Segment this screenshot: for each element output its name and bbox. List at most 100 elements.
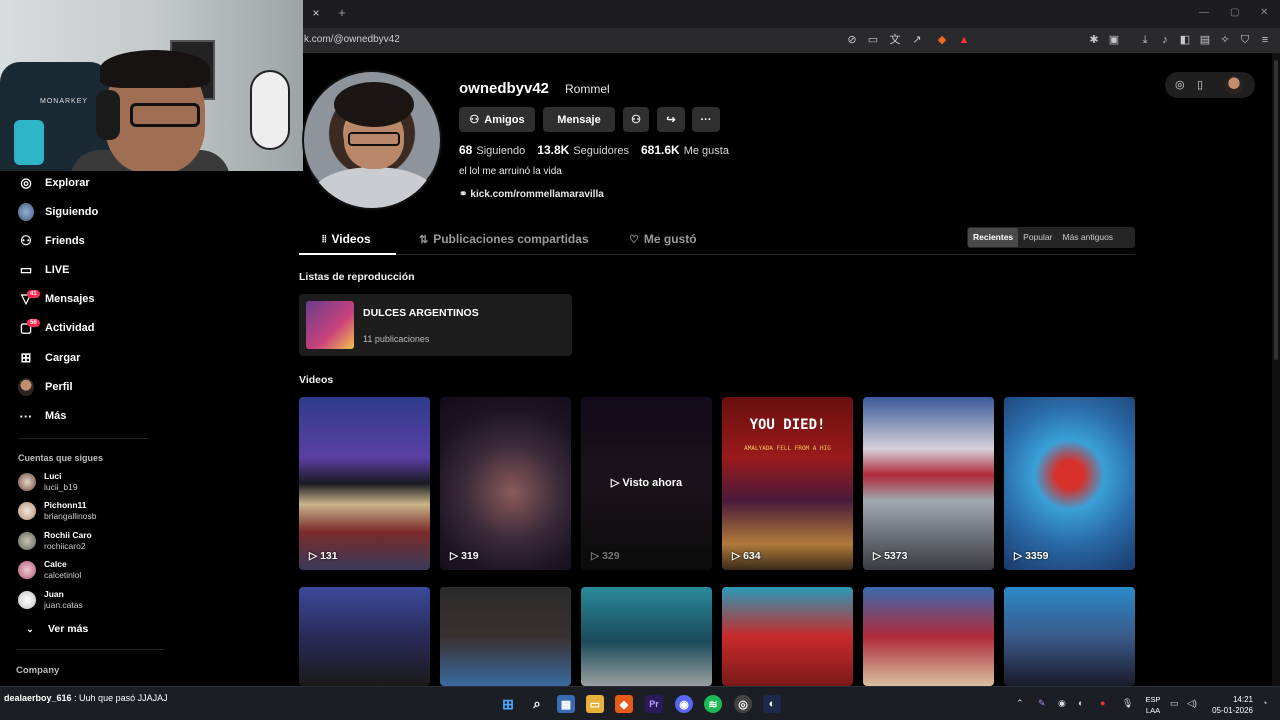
video-thumbnail-watched[interactable]: ▷ Visto ahora ▷ 329	[581, 397, 712, 570]
steam-icon[interactable]: ◐	[763, 695, 781, 713]
new-tab-button[interactable]: +	[335, 5, 349, 21]
music-icon[interactable]: ♪	[1158, 33, 1172, 47]
video-thumbnail[interactable]	[440, 587, 571, 686]
window-close-icon[interactable]: ✕	[1260, 7, 1268, 18]
videos-heading: Videos	[299, 374, 334, 386]
brave-shield-icon[interactable]: ◆	[935, 33, 949, 47]
leo-icon[interactable]: ✧	[1218, 33, 1232, 47]
tray-expand-icon[interactable]: ⌃	[1016, 698, 1024, 709]
sort-oldest[interactable]: Más antiguos	[1057, 228, 1118, 247]
tray-discord-icon[interactable]: ◉	[1058, 698, 1066, 709]
sidebar-item-friends[interactable]: ⚇ Friends	[18, 231, 85, 251]
user-avatar-icon[interactable]	[1225, 76, 1243, 94]
sidebar-item-profile[interactable]: Perfil	[18, 377, 73, 397]
menu-icon[interactable]: ≡	[1258, 33, 1272, 47]
tab-videos[interactable]: ⦙⦙ Videos	[322, 232, 371, 246]
following-stat[interactable]: 68 Siguiendo	[459, 143, 525, 157]
message-button[interactable]: Mensaje	[543, 107, 615, 132]
friends-button[interactable]: ⚇ Amigos	[459, 107, 535, 132]
sort-recent[interactable]: Recientes	[968, 228, 1019, 247]
close-tab-icon[interactable]: ×	[307, 6, 325, 22]
video-thumbnail[interactable]: ▷ 5373	[863, 397, 994, 570]
tab-liked[interactable]: ♡ Me gustó	[629, 232, 697, 246]
download-icon[interactable]: ⤓	[1138, 33, 1152, 47]
video-thumbnail[interactable]	[299, 587, 430, 686]
url-text[interactable]: k.com/@ownedbyv42	[304, 34, 400, 45]
vpn-icon[interactable]: ⛉	[1238, 33, 1252, 47]
tab-reposts[interactable]: ⇅ Publicaciones compartidas	[419, 232, 589, 246]
sidebar-item-explore[interactable]: ◎ Explorar	[18, 173, 89, 193]
compass-small-icon[interactable]: ◎	[1175, 78, 1185, 91]
brave-browser-icon[interactable]: ◆	[615, 695, 633, 713]
premiere-icon[interactable]: Pr	[645, 695, 663, 713]
maximize-icon[interactable]: ▢	[1230, 7, 1239, 18]
microphone-icon[interactable]: 🎙	[1122, 698, 1133, 709]
sidebar-item-more[interactable]: ··· Más	[18, 406, 67, 426]
active-tab-indicator	[299, 253, 396, 255]
file-explorer-icon[interactable]: ▭	[586, 695, 604, 713]
tray-steam-icon[interactable]: ◐	[1078, 698, 1083, 708]
playlist-card[interactable]: DULCES ARGENTINOS 11 publicaciones	[299, 294, 572, 356]
sort-popular[interactable]: Popular	[1018, 228, 1057, 247]
tab-icon[interactable]: ▣	[1107, 33, 1121, 47]
more-options-button[interactable]: ···	[692, 107, 720, 132]
video-thumbnail[interactable]: ▷ 131	[299, 397, 430, 570]
profile-link[interactable]: ⚭ kick.com/rommellamaravilla	[459, 189, 604, 200]
system-clock[interactable]: 14:21 05-01-2026	[1207, 694, 1253, 716]
cast-icon[interactable]: ▭	[866, 33, 880, 47]
language-indicator[interactable]: ESP LAA	[1144, 694, 1162, 716]
view-count: ▷ 329	[591, 550, 620, 562]
minimize-icon[interactable]: —	[1199, 7, 1209, 18]
video-thumbnail[interactable]	[863, 587, 994, 686]
spotify-icon[interactable]: ≋	[704, 695, 722, 713]
windows-start-icon[interactable]: ⊞	[499, 695, 517, 713]
live-tv-icon: ▭	[19, 262, 33, 277]
following-account[interactable]: Calce calcetinlol	[18, 557, 81, 583]
video-thumbnail[interactable]: YOU DIED! AMALYADA FELL FROM A HIG ▷ 634	[722, 397, 853, 570]
sidebar-item-live[interactable]: ▭ LIVE	[18, 260, 70, 280]
profile-username: ownedbyv42	[459, 80, 550, 97]
more-icon: ···	[19, 408, 33, 424]
share-profile-button[interactable]: ↪	[657, 107, 685, 132]
following-account[interactable]: Pichonn11 briangallinosb	[18, 498, 96, 524]
scrollbar-thumb[interactable]	[1274, 60, 1278, 360]
share-icon[interactable]: ↗	[910, 33, 924, 47]
following-account[interactable]: Luci lucii_b19	[18, 469, 78, 495]
no-tracking-icon[interactable]: ⊘	[845, 33, 859, 47]
video-thumbnail[interactable]: ▷ 3359	[1004, 397, 1135, 570]
video-thumbnail[interactable]	[722, 587, 853, 686]
company-link[interactable]: Company	[16, 665, 59, 676]
followers-stat[interactable]: 13.8K Seguidores	[537, 143, 629, 157]
sidebar-toggle-icon[interactable]: ◧	[1178, 33, 1192, 47]
avatar	[18, 591, 36, 609]
network-icon[interactable]: ▭	[1170, 698, 1179, 709]
tray-app-icon[interactable]: ✎	[1038, 698, 1046, 709]
tray-obs-icon[interactable]: ●	[1100, 698, 1105, 708]
sidebar-item-following[interactable]: Siguiendo	[18, 202, 98, 222]
brave-rewards-icon[interactable]: ▲	[957, 33, 971, 47]
translate-icon[interactable]: 文	[888, 33, 902, 47]
play-icon: ▷	[1014, 550, 1023, 562]
add-friend-button[interactable]: ⚇	[623, 107, 649, 132]
likes-stat: 681.6K Me gusta	[640, 143, 729, 157]
following-account[interactable]: Rochii Caro rochiicaro2	[18, 528, 92, 554]
photos-app-icon[interactable]: ▦	[557, 695, 575, 713]
video-thumbnail[interactable]	[581, 587, 712, 686]
obs-icon[interactable]: ◎	[734, 695, 752, 713]
following-account[interactable]: Juan juan.catas	[18, 587, 83, 613]
watched-label: ▷ Visto ahora	[610, 477, 683, 489]
profile-avatar[interactable]	[302, 70, 442, 210]
wallet-icon[interactable]: ▤	[1198, 33, 1212, 47]
playlist-thumbnail	[306, 301, 354, 349]
volume-icon[interactable]: ◁)	[1187, 698, 1197, 709]
sidebar-item-upload[interactable]: ⊞ Cargar	[18, 348, 81, 368]
discord-icon[interactable]: ◉	[675, 695, 693, 713]
see-more-link[interactable]: ⌄ Ver más	[22, 619, 88, 639]
phone-icon[interactable]: ▯	[1197, 78, 1203, 91]
video-thumbnail[interactable]: ▷ 319	[440, 397, 571, 570]
notifications-icon[interactable]: ◔	[1262, 698, 1267, 708]
search-icon[interactable]: ⌕	[528, 695, 546, 713]
extensions-icon[interactable]: ✱	[1087, 33, 1101, 47]
video-thumbnail[interactable]	[1004, 587, 1135, 686]
avatar	[18, 532, 36, 550]
